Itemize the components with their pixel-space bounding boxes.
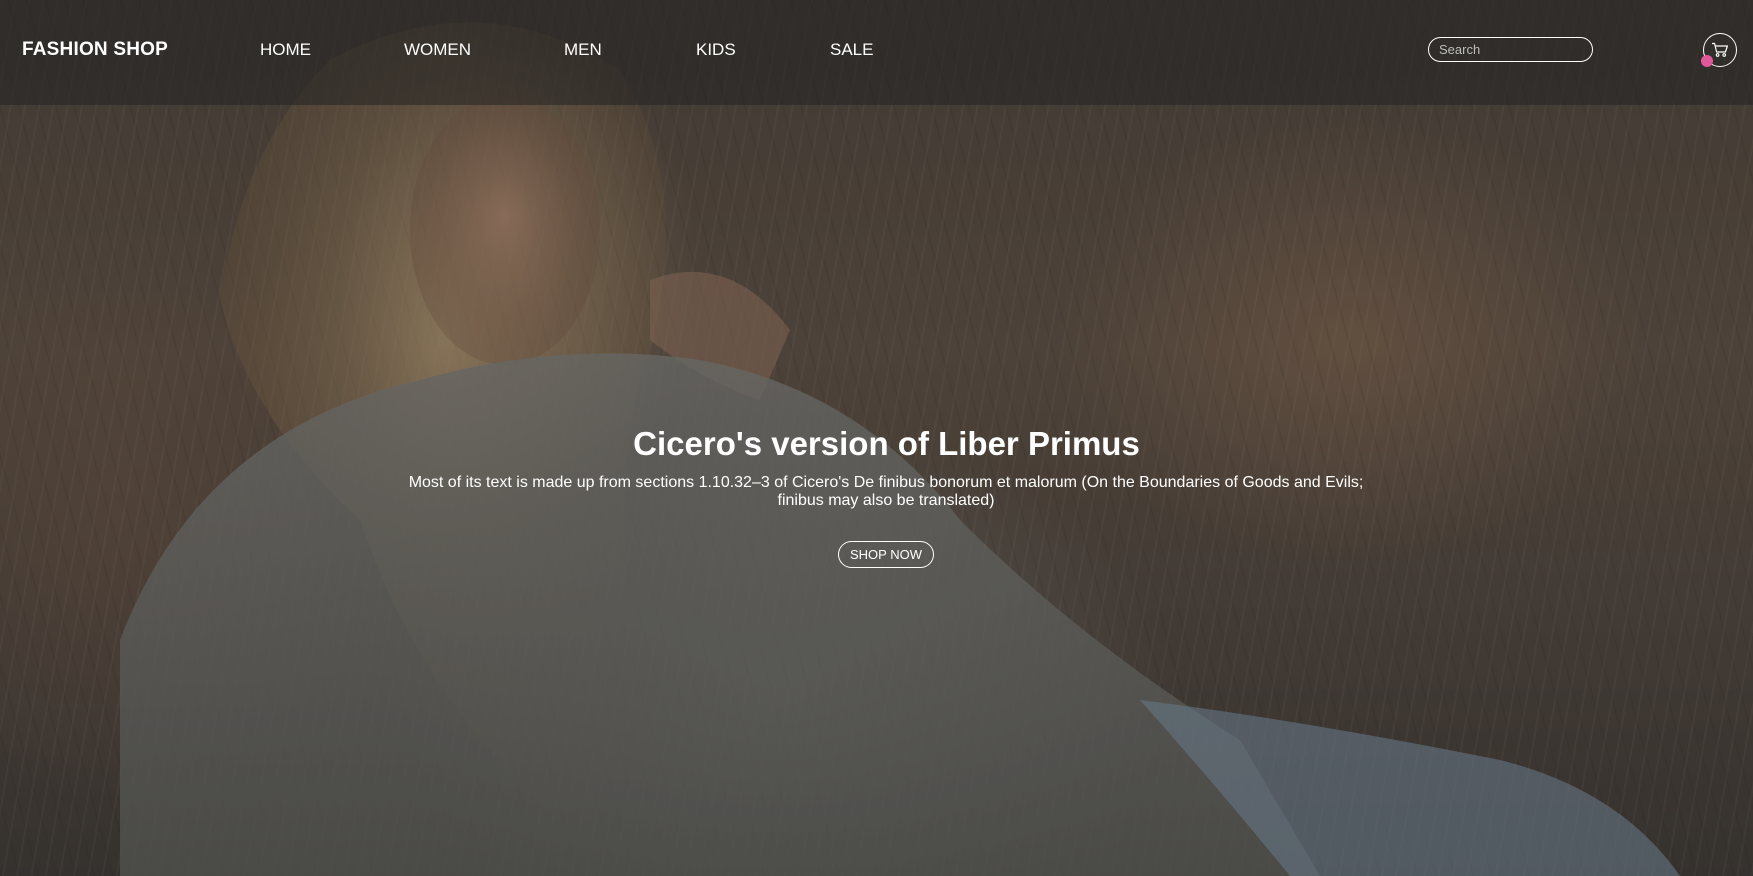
nav-item-men[interactable]: MEN xyxy=(564,40,602,60)
cart-badge xyxy=(1701,55,1713,67)
nav-item-sale[interactable]: SALE xyxy=(830,40,873,60)
shop-now-button[interactable]: SHOP NOW xyxy=(838,541,934,568)
hero-title: Cicero's version of Liber Primus xyxy=(633,425,1140,462)
nav-item-women[interactable]: WOMEN xyxy=(404,40,471,60)
hero-description: Most of its text is made up from section… xyxy=(408,474,1364,509)
shopping-cart-icon xyxy=(1712,42,1728,57)
nav-item-home[interactable]: HOME xyxy=(260,40,311,60)
site-header: FASHION SHOP HOME WOMEN MEN KIDS SALE xyxy=(0,0,1753,105)
brand-logo[interactable]: FASHION SHOP xyxy=(22,39,168,61)
hero-banner: FASHION SHOP HOME WOMEN MEN KIDS SALE Ci… xyxy=(0,0,1753,876)
nav-item-kids[interactable]: KIDS xyxy=(696,40,736,60)
search-input[interactable] xyxy=(1428,37,1593,62)
